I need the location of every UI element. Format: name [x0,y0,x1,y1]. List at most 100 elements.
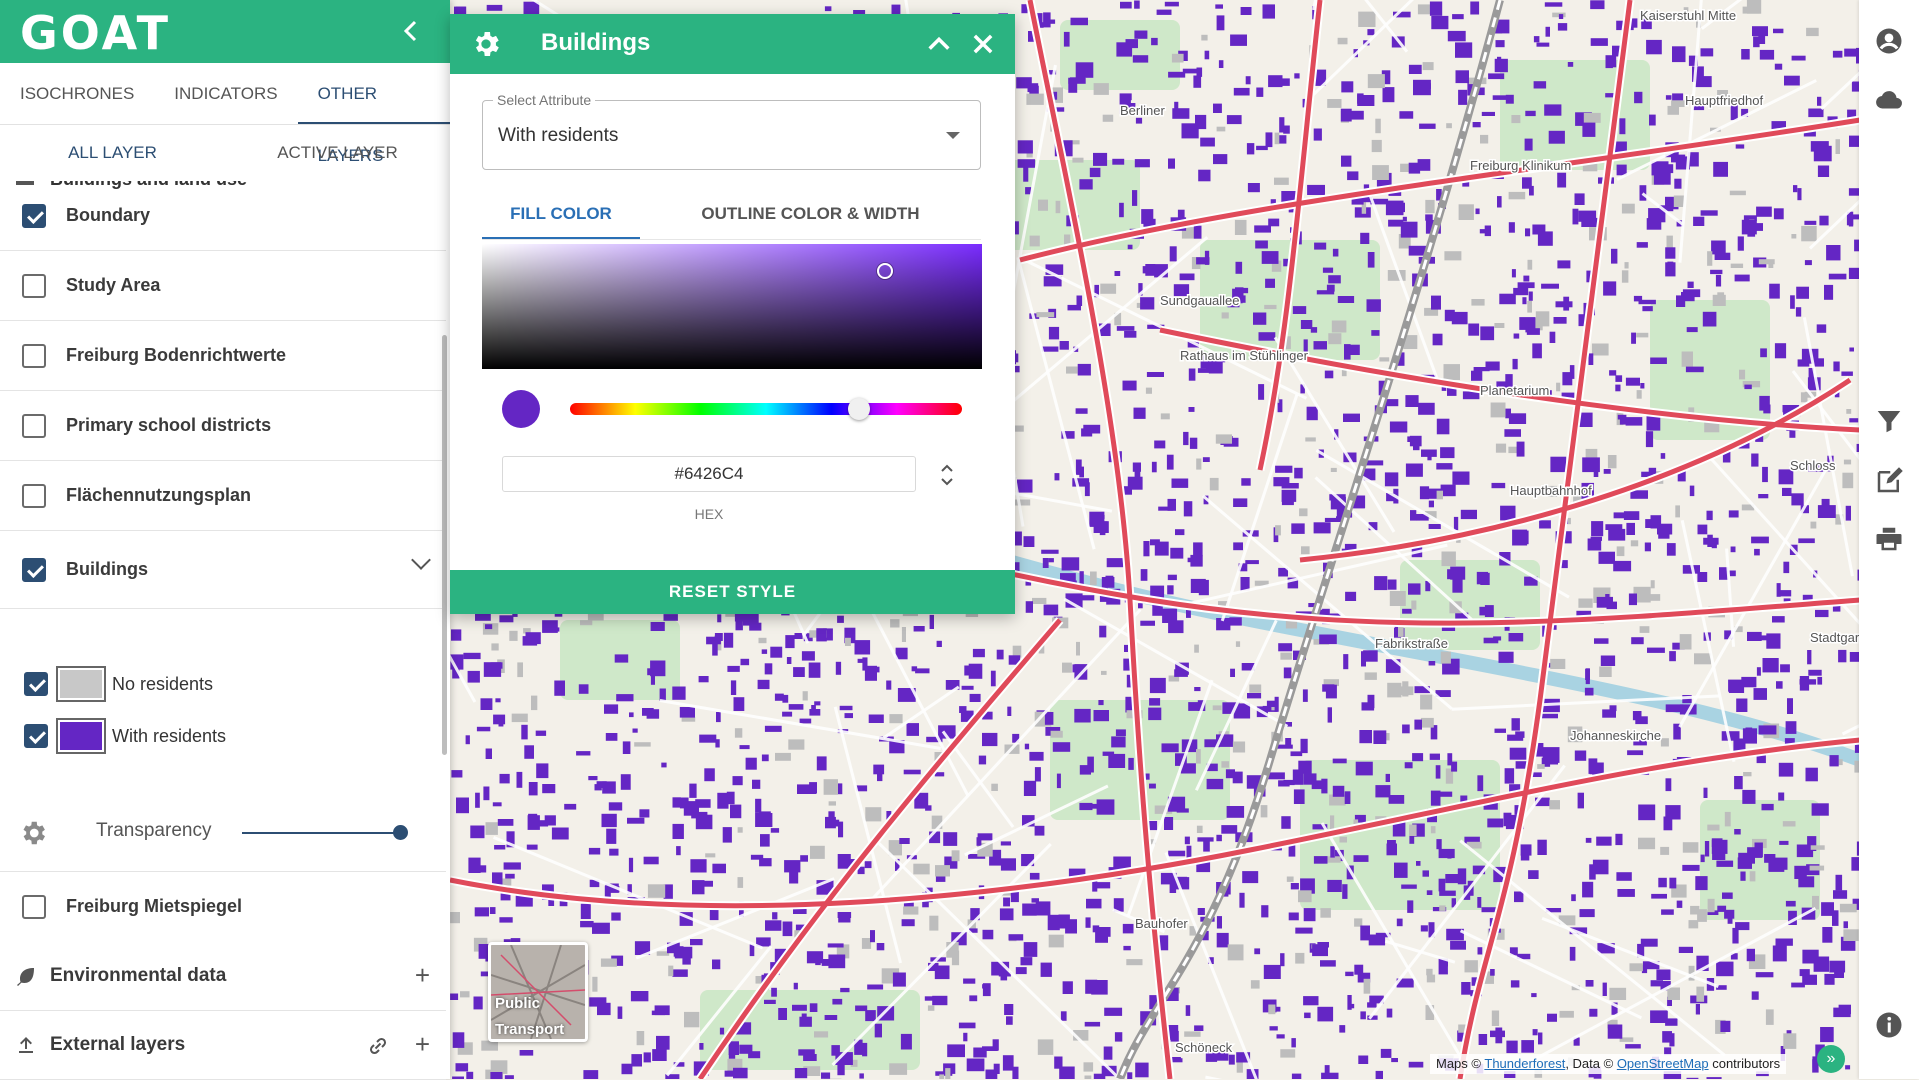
dropdown-arrow-icon[interactable] [946,132,960,139]
tab-outline-color-width[interactable]: OUTLINE COLOR & WIDTH [640,190,981,239]
tab-all-layer[interactable]: ALL LAYER [0,125,225,181]
color-preview-dot [502,390,540,428]
chevron-left-icon [394,14,428,48]
checkbox[interactable] [22,344,46,368]
layer-row-buildings[interactable]: Buildings [0,531,446,609]
checkbox[interactable] [22,274,46,298]
basemap-switcher[interactable]: Public Transport [488,942,588,1042]
attribute-select[interactable]: Select Attribute With residents [482,100,981,170]
thunderforest-link[interactable]: Thunderforest [1484,1056,1565,1071]
attribution-suffix: contributors [1712,1056,1780,1071]
link-icon[interactable] [365,1032,391,1061]
checkbox[interactable] [24,724,48,748]
map-place-label: Sundgauallee [1160,293,1240,308]
map-place-label: Hauptbahnhof [1510,483,1592,498]
checkbox[interactable] [24,672,48,696]
hex-input[interactable] [502,456,916,492]
openstreetmap-link[interactable]: OpenStreetMap [1617,1056,1709,1071]
transparency-slider-thumb[interactable] [393,825,408,840]
plus-icon[interactable]: + [415,1032,430,1061]
layer-label: Flächennutzungsplan [66,485,251,506]
layer-label: Freiburg Bodenrichtwerte [66,345,286,366]
map-place-label: Freiburg Klinikum [1470,158,1571,173]
layer-row-bodenrichtwerte[interactable]: Freiburg Bodenrichtwerte [0,321,446,391]
layer-list[interactable]: Buildings and land use Boundary Study Ar… [0,181,446,941]
hue-slider-thumb[interactable] [848,398,870,420]
scrollbar[interactable] [442,335,447,755]
attribution-middle: , Data © [1565,1056,1613,1071]
legend-label: No residents [112,674,213,695]
close-icon[interactable] [969,30,997,58]
main-tabs: ISOCHRONES INDICATORS OTHER LAYERS [0,63,450,125]
legend-label: With residents [112,726,226,747]
info-icon[interactable] [1874,1010,1904,1040]
sub-tabs: ALL LAYER ACTIVE LAYER [0,125,450,181]
layer-row-school-districts[interactable]: Primary school districts [0,391,446,461]
map-place-label: Kaiserstuhl Mitte [1640,8,1736,23]
map-place-label: Johanneskirche [1570,728,1661,743]
map-place-label: Bauhofer [1135,916,1188,931]
group-environmental-data[interactable]: Environmental data + [0,941,446,1011]
map-place-label: Hauptfriedhof [1685,93,1763,108]
checkbox[interactable] [22,484,46,508]
layer-label: Primary school districts [66,415,271,436]
color-swatch[interactable] [56,718,106,754]
layer-label: Study Area [66,275,160,296]
style-tabs: FILL COLOR OUTLINE COLOR & WIDTH [482,190,981,240]
tab-isochrones[interactable]: ISOCHRONES [0,63,154,124]
hex-label: HEX [502,506,916,522]
group-external-layers[interactable]: External layers + [0,1010,446,1080]
color-saturation-area[interactable] [482,244,982,369]
layer-row-flaechennutzungsplan[interactable]: Flächennutzungsplan [0,461,446,531]
legend-with-residents[interactable]: With residents [24,714,226,758]
dialog-title: Buildings [541,29,650,57]
gear-icon[interactable] [18,818,48,848]
collapse-panel-button[interactable] [394,14,428,48]
cloud-icon[interactable] [1874,86,1904,116]
gear-icon [470,28,502,60]
tab-active-layer[interactable]: ACTIVE LAYER [225,125,450,181]
chevron-up-icon[interactable] [925,30,953,58]
checkbox[interactable] [22,558,46,582]
layer-label: Freiburg Mietspiegel [66,896,242,917]
layer-row-mietspiegel[interactable]: Freiburg Mietspiegel [0,872,446,941]
chevron-down-icon[interactable] [411,550,431,570]
dialog-header: Buildings [450,14,1015,74]
print-icon[interactable] [1874,524,1904,554]
transparency-label: Transparency [96,820,211,842]
attribute-select-label: Select Attribute [493,92,595,108]
edit-icon[interactable] [1874,466,1904,496]
checkbox[interactable] [22,895,46,919]
unfold-icon[interactable] [938,460,956,490]
checkbox[interactable] [22,414,46,438]
legend-no-residents[interactable]: No residents [24,662,213,706]
expand-attribution-button[interactable]: » [1817,1045,1845,1073]
map-place-label: Fabrikstraße [1375,636,1448,651]
tab-fill-color[interactable]: FILL COLOR [482,190,640,239]
layer-row-boundary[interactable]: Boundary [0,181,446,251]
upload-icon [14,1033,38,1057]
tab-indicators[interactable]: INDICATORS [154,63,297,124]
filter-icon[interactable] [1874,406,1904,436]
right-toolbar [1859,0,1919,1079]
layer-label: Buildings [66,559,148,580]
layer-label: Boundary [66,205,150,226]
map-place-label: Rathaus im Stühlinger [1180,348,1309,363]
hue-slider[interactable] [570,403,962,415]
color-swatch[interactable] [56,666,106,702]
color-picker-cursor[interactable] [877,263,893,279]
attribution-prefix: Maps © [1436,1056,1481,1071]
tab-other-layers[interactable]: OTHER LAYERS [298,63,450,124]
layer-style-dialog: Buildings Select Attribute With resident… [450,14,1015,614]
group-label: External layers [50,1034,185,1056]
reset-style-button[interactable]: RESET STYLE [450,570,1015,614]
map-attribution: Maps © Thunderforest, Data © OpenStreetM… [1430,1054,1786,1074]
map-place-label: Schöneck [1175,1040,1233,1055]
attribute-select-value: With residents [498,125,618,147]
transparency-slider[interactable] [242,832,402,834]
layer-row-study-area[interactable]: Study Area [0,251,446,321]
account-icon[interactable] [1874,26,1904,56]
plus-icon[interactable]: + [415,963,430,987]
checkbox[interactable] [22,204,46,228]
map-place-label: Schloss [1790,458,1836,473]
